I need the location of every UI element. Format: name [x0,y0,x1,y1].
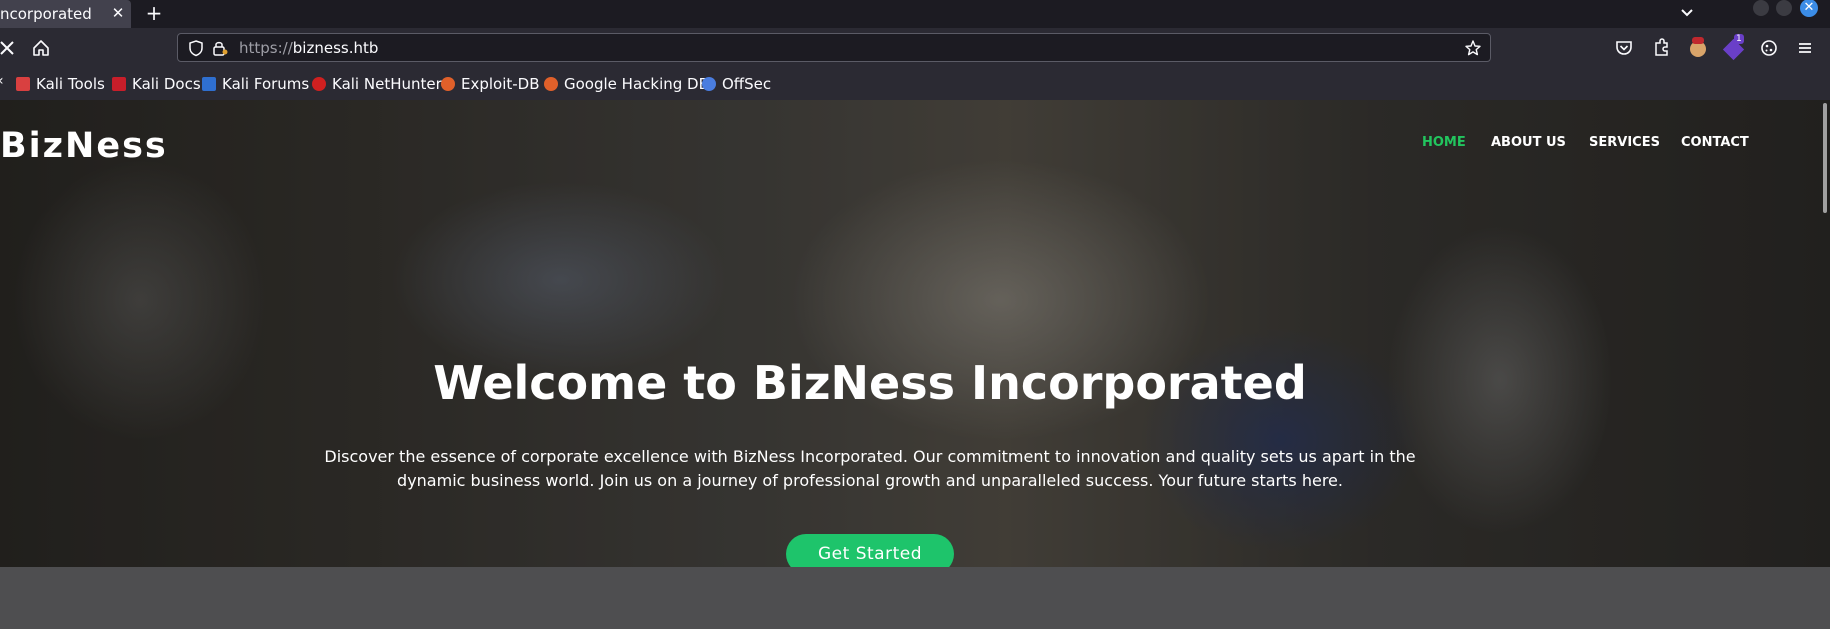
site-logo[interactable]: BizNess [0,126,168,166]
chevron-down-icon[interactable] [1677,2,1697,22]
bookmark-label: Google Hacking DB [564,75,709,93]
hero-section: BizNess HOME ABOUT US SERVICES CONTACT W… [0,100,1830,567]
offsec-icon [702,77,716,91]
kali-tools-icon [16,77,30,91]
page-scrollbar[interactable] [1823,103,1827,213]
google-hacking-db-icon [544,77,558,91]
bookmark-kali-forums[interactable]: Kali Forums [202,74,309,94]
nav-contact[interactable]: CONTACT [1681,135,1749,150]
hero-background-image [0,100,1830,567]
nav-services[interactable]: SERVICES [1589,135,1660,150]
cookie-icon[interactable] [1758,37,1780,59]
bookmark-label: Exploit-DB [461,75,540,93]
bookmark-offsec[interactable]: OffSec [702,74,771,94]
exploit-db-icon [441,77,455,91]
tab-close-icon[interactable]: ✕ [109,4,127,22]
bookmark-google-hacking-db[interactable]: Google Hacking DB [544,74,709,94]
bookmark-label: OffSec [722,75,772,93]
bookmark-label: Kali Tools [36,75,105,93]
pocket-icon[interactable] [1613,37,1635,59]
bookmark-label: Kali NetHunter [332,75,442,93]
browser-tab[interactable]: ncorporated ✕ [0,0,131,28]
address-bar[interactable]: https://bizness.htb [177,33,1491,62]
page-below-hero [0,567,1830,629]
home-icon[interactable] [30,37,52,59]
bookmarks-toolbar: ‹ Kali Tools Kali Docs Kali Forums Kali … [0,67,1830,100]
bookmark-kali-nethunter[interactable]: Kali NetHunter [312,74,442,94]
nav-home[interactable]: HOME [1422,135,1466,150]
url-text: https://bizness.htb [239,39,378,57]
bookmarks-overflow-icon[interactable]: ‹ [0,73,4,89]
hamburger-menu-icon[interactable] [1794,37,1816,59]
hero-description: Discover the essence of corporate excell… [324,447,1416,490]
kali-forums-icon [202,77,216,91]
extension-shield-icon[interactable]: 1 [1722,34,1745,61]
bookmark-kali-tools[interactable]: Kali Tools [16,74,105,94]
bookmark-label: Kali Forums [222,75,310,93]
navigation-toolbar: https://bizness.htb 1 [0,28,1830,67]
minimize-window-icon[interactable] [1753,0,1769,16]
kali-nethunter-icon [312,77,326,91]
url-scheme: https:// [239,39,293,57]
extension-face-icon[interactable] [1687,37,1709,59]
bookmark-kali-docs[interactable]: Kali Docs [112,74,201,94]
nav-about-us[interactable]: ABOUT US [1491,135,1566,150]
bookmark-star-icon[interactable] [1464,39,1482,57]
bookmark-exploit-db[interactable]: Exploit-DB [441,74,540,94]
new-tab-icon[interactable]: + [144,3,164,23]
stop-loading-icon[interactable] [0,37,18,59]
shield-icon[interactable] [187,39,205,57]
tab-title: ncorporated [0,5,92,23]
extension-badge: 1 [1734,34,1744,44]
tab-strip: ncorporated ✕ + ✕ [0,0,1830,28]
hero-title: Welcome to BizNess Incorporated [433,356,1307,410]
url-host: bizness.htb [292,39,379,57]
bookmark-label: Kali Docs [132,75,201,93]
maximize-window-icon[interactable] [1776,0,1792,16]
kali-docs-icon [112,77,126,91]
close-window-icon[interactable]: ✕ [1800,0,1818,17]
extensions-icon[interactable] [1650,37,1672,59]
lock-icon[interactable] [211,39,229,57]
get-started-button[interactable]: Get Started [786,534,954,567]
